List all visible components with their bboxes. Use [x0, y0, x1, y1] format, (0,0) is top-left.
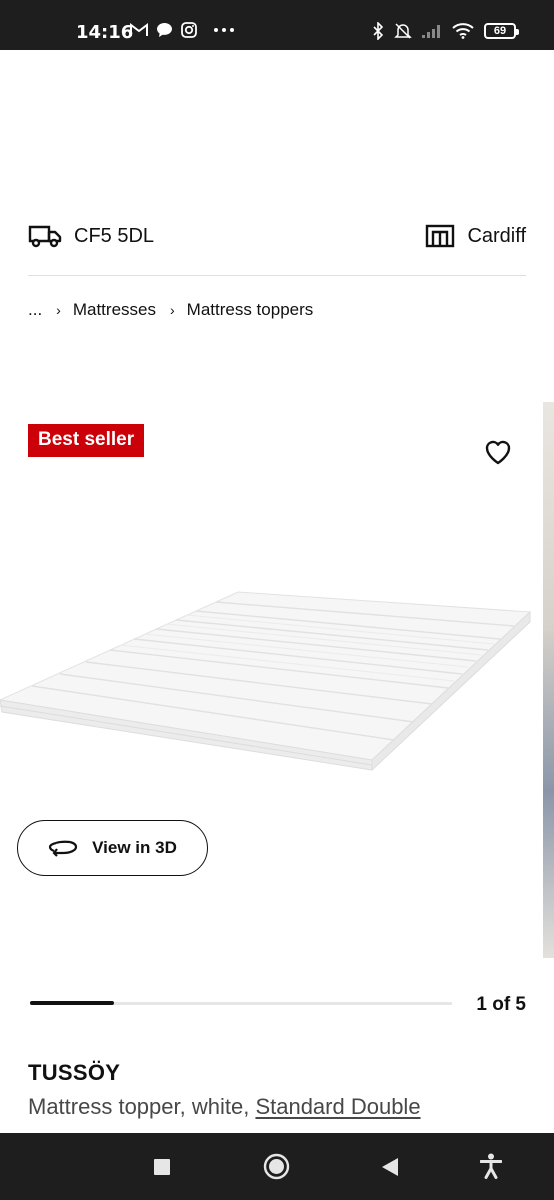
- recents-square-icon[interactable]: [153, 1158, 171, 1176]
- battery-level: 69: [493, 25, 507, 37]
- product-description-text: Mattress topper, white,: [28, 1094, 256, 1119]
- chevron-right-icon: ›: [56, 302, 61, 318]
- view-in-3d-label: View in 3D: [92, 838, 177, 857]
- back-triangle-icon[interactable]: [381, 1157, 399, 1177]
- breadcrumb-ellipsis[interactable]: ...: [28, 300, 42, 320]
- delivery-postcode-button[interactable]: CF5 5DL: [28, 224, 154, 248]
- wifi-icon: [452, 23, 474, 39]
- home-circle-icon[interactable]: [263, 1153, 290, 1180]
- image-counter: 1 of 5: [476, 994, 526, 1015]
- breadcrumb-item-mattresses[interactable]: Mattresses: [73, 300, 156, 320]
- status-bar: 14:16 69: [0, 0, 554, 50]
- best-seller-badge: Best seller: [28, 424, 145, 457]
- signal-icon: [422, 25, 440, 38]
- product-name: TUSSÖY: [28, 1060, 121, 1085]
- product-description: Mattress topper, white, Standard Double: [28, 1094, 421, 1120]
- next-product-image-peek[interactable]: [543, 402, 554, 958]
- status-time: 14:16: [76, 22, 134, 43]
- size-link[interactable]: Standard Double: [255, 1094, 420, 1119]
- bluetooth-icon: [373, 22, 384, 40]
- store-icon: [426, 224, 455, 248]
- more-dots-icon: [214, 28, 234, 32]
- rotate-3d-icon: [49, 840, 78, 857]
- carousel-progress-track: [30, 1001, 452, 1005]
- chat-icon: [157, 23, 172, 37]
- gmail-icon: [130, 23, 148, 36]
- battery-icon: 69: [484, 23, 519, 39]
- accessibility-icon[interactable]: [480, 1153, 502, 1179]
- chevron-right-icon: ›: [169, 302, 175, 318]
- heart-icon[interactable]: [482, 436, 514, 468]
- location-row: CF5 5DL Cardiff: [28, 214, 526, 276]
- breadcrumb-item-mattress-toppers[interactable]: Mattress toppers: [187, 300, 314, 320]
- store-selector-button[interactable]: Cardiff: [425, 224, 526, 248]
- product-image-carousel[interactable]: Best seller View in 3D: [0, 402, 542, 962]
- truck-icon: [28, 225, 62, 248]
- store-name: Cardiff: [467, 224, 526, 247]
- carousel-progress-fill: [30, 1001, 115, 1005]
- system-nav-bar: [0, 1133, 554, 1200]
- mute-icon: [394, 23, 412, 39]
- breadcrumb: ... › Mattresses › Mattress toppers: [28, 300, 313, 320]
- mattress-topper-image: [0, 591, 532, 772]
- view-in-3d-button[interactable]: View in 3D: [17, 820, 208, 876]
- instagram-icon: [181, 22, 197, 38]
- postcode-text: CF5 5DL: [74, 224, 155, 247]
